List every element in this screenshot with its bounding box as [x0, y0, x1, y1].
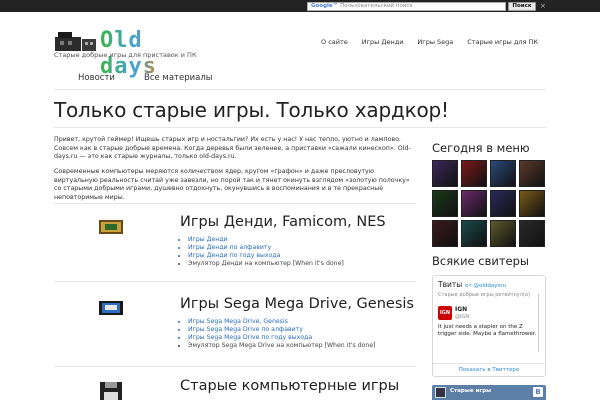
game-thumbnail[interactable]: [490, 190, 516, 217]
divider: [54, 281, 416, 282]
google-brand: Google™: [311, 3, 339, 9]
scrollbar[interactable]: [538, 294, 539, 352]
nav-pc-games[interactable]: Старые игры для ПК: [467, 38, 538, 46]
game-thumbnail[interactable]: [432, 160, 458, 187]
site-tagline: Старые добрые игры для приставок и ПК: [54, 51, 197, 59]
game-thumbnail[interactable]: [461, 160, 487, 187]
divider: [54, 366, 416, 367]
subnav-news[interactable]: Новости: [78, 73, 115, 83]
section-title-dendy: Игры Денди, Famicom, NES: [180, 214, 386, 230]
twitter-widget: Твиты от @olddaysru Старые добрые игры ре…: [432, 275, 546, 377]
header-nav: О сайте Игры Денди Игры Sega Старые игры…: [321, 38, 538, 46]
nav-about[interactable]: О сайте: [321, 38, 348, 46]
ign-avatar[interactable]: IGN: [438, 306, 452, 320]
link-dendy-year[interactable]: Игры Денди по году выхода: [188, 252, 344, 260]
nes-cartridge-icon: [99, 220, 123, 234]
game-thumbnail[interactable]: [519, 160, 545, 187]
twitter-widget-header: Твиты от @olddaysru: [438, 280, 506, 289]
floppy-disk-icon: [100, 382, 122, 400]
search-placeholder: Пользовательский поиск: [340, 3, 413, 9]
search-button[interactable]: Поиск: [508, 2, 536, 11]
search-input[interactable]: Google™ Пользовательский поиск: [307, 2, 506, 11]
game-thumbnails: [432, 160, 546, 247]
vk-group-avatar: [435, 387, 446, 398]
section-title-pc: Старые компьютерные игры: [180, 378, 400, 394]
tweet-text: It just needs a stapler on the Z trigger…: [438, 324, 537, 337]
dendy-emulator-item: Эмулятор Денди на компьютер [When it's d…: [188, 260, 344, 268]
twitter-handle-link[interactable]: от @olddaysru: [465, 283, 506, 289]
link-dendy-games[interactable]: Игры Денди: [188, 236, 344, 244]
intro-paragraph-2: Современные компьютеры меряются количест…: [54, 168, 410, 201]
link-sega-alphabet[interactable]: Игры Sega Mega Drive по алфавиту: [188, 326, 376, 334]
sub-nav: Новости Все материалы: [54, 66, 546, 90]
game-thumbnail[interactable]: [490, 220, 516, 247]
vk-widget[interactable]: Старые игры В: [432, 385, 546, 400]
divider: [54, 127, 546, 128]
sidebar-sweaters-title: Всякие свитеры: [432, 254, 530, 268]
view-on-twitter-link[interactable]: Показать в Твиттере: [433, 363, 545, 376]
tweet-author-handle[interactable]: @IGN: [455, 314, 469, 320]
page-title: Только старые игры. Только хардкор!: [54, 98, 449, 122]
section-title-sega: Игры Sega Mega Drive, Genesis: [180, 296, 414, 312]
game-thumbnail[interactable]: [519, 220, 545, 247]
link-sega-games[interactable]: Игры Sega Mega Drive, Genesis: [188, 318, 376, 326]
game-thumbnail[interactable]: [461, 190, 487, 217]
section-list-sega: Игры Sega Mega Drive, Genesis Игры Sega …: [188, 318, 376, 350]
nav-sega[interactable]: Игры Sega: [417, 38, 453, 46]
subnav-all-materials[interactable]: Все материалы: [144, 73, 213, 83]
game-thumbnail[interactable]: [519, 190, 545, 217]
sidebar-menu-title: Сегодня в меню: [432, 141, 530, 155]
section-list-dendy: Игры Денди Игры Денди по алфавиту Игры Д…: [188, 236, 344, 268]
retweet-note: Старые добрые игры ретвитнул(а): [438, 292, 530, 298]
game-thumbnail[interactable]: [461, 220, 487, 247]
game-thumbnail[interactable]: [432, 190, 458, 217]
link-sega-year[interactable]: Игры Sega Mega Drive по году выхода: [188, 334, 376, 342]
vk-group-name[interactable]: Старые игры: [450, 388, 491, 394]
close-icon[interactable]: ×: [540, 1, 546, 11]
vk-logo-icon: В: [533, 387, 543, 397]
nav-dendy[interactable]: Игры Денди: [362, 38, 404, 46]
intro-paragraph-1: Привет, крутой геймер! Ищешь старых игр …: [54, 136, 411, 160]
twitter-title: Твиты: [438, 280, 463, 289]
tweet-author[interactable]: IGN: [455, 306, 467, 313]
link-dendy-alphabet[interactable]: Игры Денди по алфавиту: [188, 244, 344, 252]
sega-emulator-item: Эмулятор Sega Mega Drive на компьютер [W…: [188, 342, 376, 350]
sega-cartridge-icon: [99, 301, 123, 315]
divider: [54, 203, 416, 204]
game-thumbnail[interactable]: [490, 160, 516, 187]
game-thumbnail[interactable]: [432, 220, 458, 247]
